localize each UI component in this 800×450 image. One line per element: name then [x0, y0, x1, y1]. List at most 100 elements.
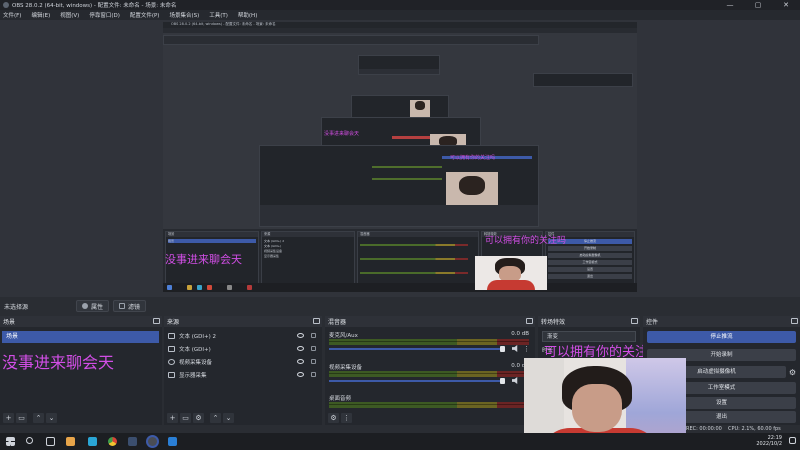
controls-dock-title: 控件: [646, 319, 659, 326]
preview-sources-dock: 来源 文本 (GDI+) 2 文本 (GDI+) 视频采集设备 显示器采集: [261, 231, 355, 285]
channel-db: 0.0 dB: [511, 331, 529, 337]
recursion-frame: [358, 55, 440, 75]
remove-source-button[interactable]: ▭: [180, 413, 191, 423]
lock-icon[interactable]: [311, 372, 316, 377]
menu-file[interactable]: 文件(F): [3, 11, 21, 19]
move-scene-up-button[interactable]: ⌃: [33, 413, 44, 423]
lock-icon[interactable]: [311, 359, 316, 364]
mixer-menu-icon[interactable]: ⋮: [341, 413, 352, 423]
menu-help[interactable]: 帮助(H): [238, 11, 257, 19]
window-controls: — ▢ ✕: [716, 0, 800, 10]
stop-streaming-button[interactable]: 停止推流: [647, 331, 796, 343]
add-scene-button[interactable]: +: [3, 413, 14, 423]
scenes-dock-header: 场景: [0, 316, 162, 327]
preview-recursive-capture: 没事进来聊会天 可以拥有你的关注吗: [163, 33, 637, 229]
visibility-eye-icon[interactable]: [297, 333, 304, 338]
transitions-dock-header: 转场特效: [538, 316, 640, 327]
menu-profile[interactable]: 配置文件(P): [130, 11, 160, 19]
undock-icon[interactable]: [153, 318, 160, 324]
virtual-camera-gear-icon[interactable]: ⚙: [789, 368, 796, 377]
menu-scene-collection[interactable]: 场景集合(S): [169, 11, 199, 19]
undock-icon[interactable]: [631, 318, 638, 324]
lock-icon[interactable]: [311, 346, 316, 351]
minimize-button[interactable]: —: [716, 0, 744, 10]
search-icon[interactable]: [26, 437, 33, 444]
volume-meter: [329, 371, 529, 377]
no-source-selected-label: 未选择源: [4, 303, 29, 311]
recursion-frame: 可以拥有你的关注吗: [259, 145, 539, 227]
preview-area: OBS 28.0.2 (64-bit, windows) - 配置文件: 未命名…: [0, 20, 800, 297]
menu-tools[interactable]: 工具(T): [209, 11, 228, 19]
monitor-icon: [168, 372, 175, 378]
sources-dock-toolbar: + ▭ ⚙ ⌃ ⌄: [164, 411, 322, 425]
more-options-icon[interactable]: ⋮: [523, 345, 530, 353]
sources-dock: 来源 文本 (GDI+) 2 文本 (GDI+) 视频采集设备 显示器采集 + …: [164, 316, 322, 425]
volume-slider[interactable]: [329, 380, 505, 382]
title-bar: OBS 28.0.2 (64-bit, windows) - 配置文件: 未命名…: [0, 0, 800, 10]
lock-icon[interactable]: [311, 333, 316, 338]
window-title: OBS 28.0.2 (64-bit, windows) - 配置文件: 未命名…: [12, 3, 177, 9]
cpu-fps: CPU: 2.1%, 60.00 fps: [728, 426, 781, 432]
source-toolbar: 未选择源 属性 滤镜: [0, 297, 800, 315]
add-source-button[interactable]: +: [167, 413, 178, 423]
volume-meter: [329, 402, 529, 408]
chrome-icon[interactable]: [108, 437, 117, 446]
speaker-icon[interactable]: [512, 377, 518, 384]
menu-bar: 文件(F) 编辑(E) 视图(V) 停靠窗口(D) 配置文件(P) 场景集合(S…: [0, 10, 800, 20]
source-item[interactable]: 显示器采集: [168, 369, 318, 381]
streamer-face: [572, 384, 622, 432]
text-icon: [168, 333, 175, 339]
move-source-down-button[interactable]: ⌄: [223, 413, 234, 423]
visibility-eye-icon[interactable]: [297, 359, 304, 364]
obs-taskbar-icon[interactable]: [148, 437, 157, 446]
undock-icon[interactable]: [313, 318, 320, 324]
scenes-dock: 场景 场景 没事进来聊会天 + ▭ ⌃ ⌄: [0, 316, 162, 425]
preview-webcam: [475, 256, 547, 290]
menu-docks[interactable]: 停靠窗口(D): [89, 11, 120, 19]
preview-overlay-text-right: 可以拥有你的关注吗: [485, 236, 567, 246]
mixer-channel: 桌面音频: [329, 394, 529, 408]
volume-slider-handle[interactable]: [500, 378, 505, 384]
undock-icon[interactable]: [526, 318, 533, 324]
task-view-icon[interactable]: [46, 437, 55, 446]
scene-list-item[interactable]: 场景: [2, 331, 159, 343]
overlay-text-left: 没事进来聊会天: [2, 353, 115, 372]
app-icon[interactable]: [66, 437, 75, 446]
source-item[interactable]: 视频采集设备: [168, 356, 318, 368]
steam-icon[interactable]: [128, 437, 137, 446]
speaker-icon[interactable]: [512, 345, 518, 352]
preview-canvas[interactable]: OBS 28.0.2 (64-bit, windows) - 配置文件: 未命名…: [163, 22, 637, 292]
source-item[interactable]: 文本 (GDI+): [168, 343, 318, 355]
volume-slider[interactable]: [329, 348, 505, 350]
properties-button[interactable]: 属性: [76, 300, 110, 312]
windows-taskbar: 22:19 2022/10/2: [0, 433, 800, 450]
source-item[interactable]: 文本 (GDI+) 2: [168, 330, 318, 342]
app-icon[interactable]: [88, 437, 97, 446]
undock-icon[interactable]: [791, 318, 798, 324]
visibility-eye-icon[interactable]: [297, 372, 304, 377]
mixer-advanced-audio-icon[interactable]: ⚙: [328, 413, 339, 423]
close-button[interactable]: ✕: [772, 0, 800, 10]
recursion-frame: [533, 73, 633, 87]
maximize-button[interactable]: ▢: [744, 0, 772, 10]
source-properties-gear-icon[interactable]: ⚙: [193, 413, 204, 423]
scenes-dock-toolbar: + ▭ ⌃ ⌄: [0, 411, 162, 425]
system-clock[interactable]: 22:19 2022/10/2: [756, 435, 782, 447]
move-source-up-button[interactable]: ⌃: [210, 413, 221, 423]
menu-edit[interactable]: 编辑(E): [31, 11, 50, 19]
visibility-eye-icon[interactable]: [297, 346, 304, 351]
notification-icon[interactable]: [789, 437, 796, 444]
remove-scene-button[interactable]: ▭: [16, 413, 27, 423]
preview-mirror-taskbar: [163, 283, 637, 292]
recursion-frame: [163, 35, 539, 45]
filters-button[interactable]: 滤镜: [113, 300, 147, 312]
rec-timer: REC: 00:00:00: [686, 426, 722, 432]
preview-mirror-docks: 场景 场景 来源 文本 (GDI+) 2 文本 (GDI+) 视频采集设备 显示…: [163, 229, 637, 292]
camera-icon: [168, 359, 175, 365]
text-icon: [168, 346, 175, 352]
app-icon[interactable]: [168, 437, 177, 446]
menu-view[interactable]: 视图(V): [60, 11, 79, 19]
start-windows-icon[interactable]: [6, 437, 15, 446]
move-scene-down-button[interactable]: ⌄: [46, 413, 57, 423]
volume-slider-handle[interactable]: [500, 346, 505, 352]
